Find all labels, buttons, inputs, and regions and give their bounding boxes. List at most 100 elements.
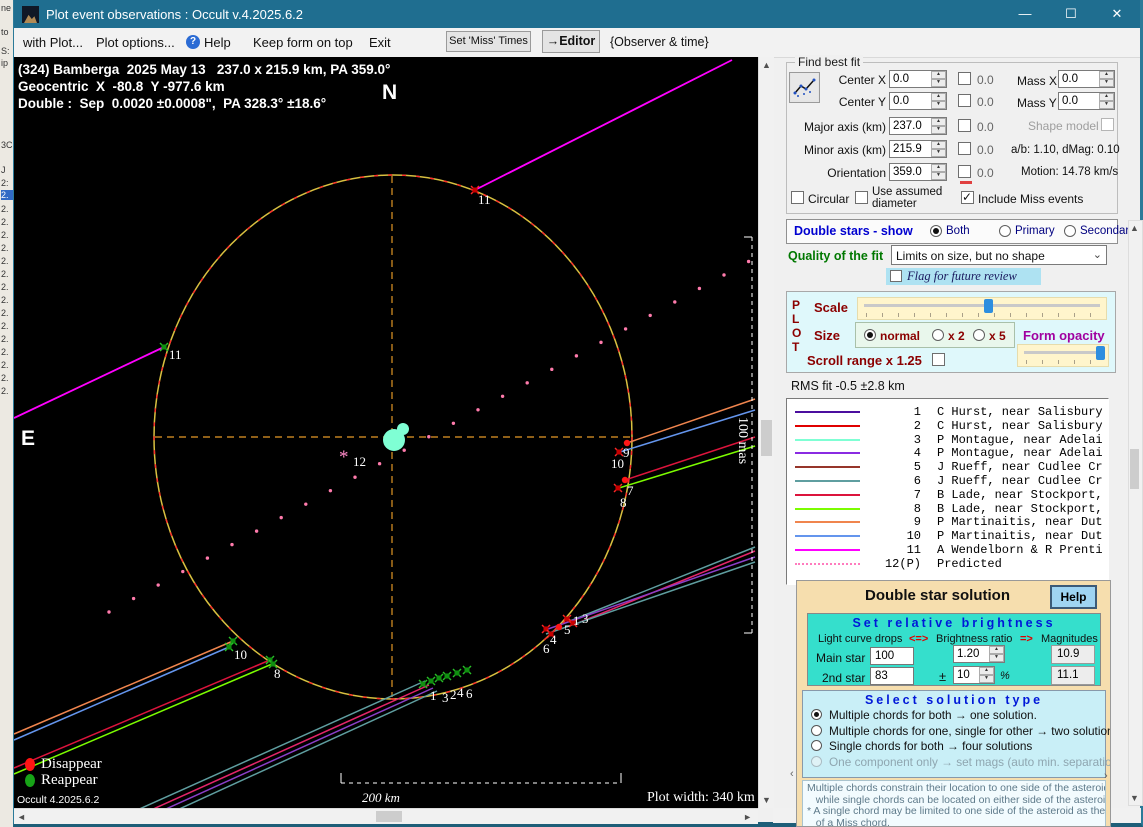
solution-option[interactable]: Multiple chords for one, single for othe…	[809, 724, 1110, 739]
panel-vscrollbar[interactable]: ▲ ▼	[1128, 220, 1143, 806]
mass-x-arrows[interactable]: ▲ ▼	[1099, 71, 1114, 87]
scale-slider[interactable]	[857, 297, 1107, 320]
scroll-range-checkbox[interactable]	[932, 353, 945, 366]
mass-x-value[interactable]: 0.0	[1059, 71, 1099, 87]
panel-scroll-down-icon[interactable]: ▼	[1129, 793, 1140, 803]
second-star-input[interactable]: 83	[870, 667, 914, 685]
minor-axis-checkbox[interactable]	[958, 142, 971, 155]
observer-row[interactable]: 12(P) Predicted	[787, 557, 1108, 571]
radio-both[interactable]	[930, 225, 942, 237]
set-miss-times-button[interactable]: Set 'Miss' Times	[446, 31, 531, 52]
use-assumed-checkbox[interactable]	[855, 191, 868, 204]
mass-y-value[interactable]: 0.0	[1059, 93, 1099, 109]
hscroll-thumb[interactable]	[376, 811, 402, 822]
observer-row[interactable]: 2 C Hurst, near Salisbury	[787, 419, 1108, 433]
scale-slider-thumb[interactable]	[984, 299, 993, 313]
quality-combobox[interactable]: Limits on size, but no shape ⌄	[891, 245, 1107, 265]
panel-scroll-right-icon[interactable]: ›	[1104, 770, 1108, 782]
menu-plot-options[interactable]: Plot options...	[96, 35, 175, 50]
mass-y-spin[interactable]: 0.0 ▲ ▼	[1058, 92, 1115, 110]
scroll-down-arrow[interactable]: ▼	[759, 795, 774, 805]
observer-row[interactable]: 1 C Hurst, near Salisbury	[787, 405, 1108, 419]
observer-row[interactable]: 10 P Martinaitis, near Dut	[787, 529, 1108, 543]
major-axis-spin[interactable]: 237.0 ▲ ▼	[889, 117, 947, 135]
solution-option[interactable]: One component only → set mags (auto min.…	[809, 755, 1110, 770]
solution-radio[interactable]	[811, 724, 822, 736]
circular-checkbox[interactable]	[791, 191, 804, 204]
center-x-spin[interactable]: 0.0 ▲ ▼	[889, 70, 947, 88]
center-y-spin[interactable]: 0.0 ▲ ▼	[889, 92, 947, 110]
radio-secondary[interactable]	[1064, 225, 1076, 237]
minimize-button[interactable]: —	[1002, 0, 1048, 28]
chevron-down-icon[interactable]: ⌄	[1093, 248, 1102, 261]
major-axis-checkbox[interactable]	[958, 119, 971, 132]
plot-vscrollbar[interactable]: ▲ ▼	[758, 57, 774, 808]
orientation-spin[interactable]: 359.0 ▲ ▼	[889, 163, 947, 181]
orientation-checkbox[interactable]	[958, 165, 971, 178]
major-axis-value[interactable]: 237.0	[890, 118, 931, 134]
observer-list[interactable]: 1 C Hurst, near Salisbury 2 C Hurst, near S…	[786, 398, 1109, 585]
scroll-right-arrow[interactable]: ►	[743, 812, 752, 822]
solution-radio[interactable]	[811, 740, 822, 751]
center-y-checkbox[interactable]	[958, 94, 971, 107]
menu-keep-on-top[interactable]: Keep form on top	[253, 35, 353, 50]
center-x-value[interactable]: 0.0	[890, 71, 931, 87]
radio-both-label[interactable]: Both	[946, 225, 970, 237]
radio-primary[interactable]	[999, 225, 1011, 237]
observer-row[interactable]: 7 B Lade, near Stockport,	[787, 488, 1108, 502]
ratio-arrows[interactable]: ▲ ▼	[989, 646, 1004, 662]
ratio-value[interactable]: 1.20	[954, 646, 989, 662]
minor-axis-value[interactable]: 215.9	[890, 141, 931, 157]
major-axis-arrows[interactable]: ▲ ▼	[931, 118, 946, 134]
plot-canvas[interactable]: * 11 11 9 10 7 8 10 8 5 1 3 4 6 1 3 2 4 6 12 (324) Bamberga…	[14, 57, 758, 808]
tolerance-arrows[interactable]: ▲ ▼	[979, 667, 994, 683]
center-x-checkbox[interactable]	[958, 72, 971, 85]
radio-secondary-label[interactable]: Secondary	[1080, 225, 1135, 237]
center-x-arrows[interactable]: ▲ ▼	[931, 71, 946, 87]
observer-row[interactable]: 3 P Montague, near Adelai	[787, 433, 1108, 447]
ratio-spin[interactable]: 1.20 ▲ ▼	[953, 645, 1005, 663]
solution-radio[interactable]	[811, 709, 822, 720]
mass-x-spin[interactable]: 0.0 ▲ ▼	[1058, 70, 1115, 88]
radio-primary-label[interactable]: Primary	[1015, 225, 1055, 237]
tolerance-spin[interactable]: 10 ▲ ▼	[953, 666, 995, 684]
orientation-arrows[interactable]: ▲ ▼	[931, 164, 946, 180]
form-opacity-slider[interactable]	[1017, 344, 1109, 367]
size-x5-label[interactable]: x 5	[989, 329, 1006, 343]
menu-exit[interactable]: Exit	[369, 35, 391, 50]
observer-row[interactable]: 4 P Montague, near Adelai	[787, 446, 1108, 460]
size-x2-label[interactable]: x 2	[948, 329, 965, 343]
size-x2-radio[interactable]	[932, 329, 944, 341]
mass-y-arrows[interactable]: ▲ ▼	[1099, 93, 1114, 109]
minor-axis-spin[interactable]: 215.9 ▲ ▼	[889, 140, 947, 158]
panel-scroll-left-icon[interactable]: ‹	[790, 768, 794, 780]
flag-review-checkbox[interactable]	[890, 270, 902, 282]
observer-row[interactable]: 8 B Lade, near Stockport,	[787, 502, 1108, 516]
size-normal-label[interactable]: normal	[880, 329, 920, 343]
observer-row[interactable]: 11 A Wendelborn & R Prenti	[787, 543, 1108, 557]
vscroll-thumb[interactable]	[761, 420, 772, 456]
form-opacity-thumb[interactable]	[1096, 346, 1105, 360]
main-star-input[interactable]: 100	[870, 647, 914, 665]
fit-chart-button[interactable]	[789, 72, 820, 103]
scroll-up-arrow[interactable]: ▲	[759, 60, 774, 70]
observer-row[interactable]: 9 P Martinaitis, near Dut	[787, 515, 1108, 529]
observer-row[interactable]: 5 J Rueff, near Cudlee Cr	[787, 460, 1108, 474]
solution-option[interactable]: Single chords for both → four solutions	[809, 739, 1101, 754]
maximize-button[interactable]: ☐	[1048, 0, 1094, 28]
observer-time-label[interactable]: {Observer & time}	[610, 35, 709, 49]
size-x5-radio[interactable]	[973, 329, 985, 341]
center-y-value[interactable]: 0.0	[890, 93, 931, 109]
minor-axis-arrows[interactable]: ▲ ▼	[931, 141, 946, 157]
tolerance-value[interactable]: 10	[954, 667, 979, 683]
solution-option[interactable]: Multiple chords for both → one solution.	[809, 708, 1101, 723]
include-miss-checkbox[interactable]	[961, 190, 974, 204]
help-button[interactable]: Help	[1050, 585, 1097, 609]
size-normal-radio[interactable]	[864, 329, 876, 341]
editor-button[interactable]: →Editor	[542, 30, 600, 53]
observer-row[interactable]: 6 J Rueff, near Cudlee Cr	[787, 474, 1108, 488]
plot-hscrollbar[interactable]: ◄ ►	[14, 808, 758, 824]
menu-help[interactable]: Help	[204, 35, 231, 50]
scroll-left-arrow[interactable]: ◄	[17, 812, 26, 822]
orientation-value[interactable]: 359.0	[890, 164, 931, 180]
